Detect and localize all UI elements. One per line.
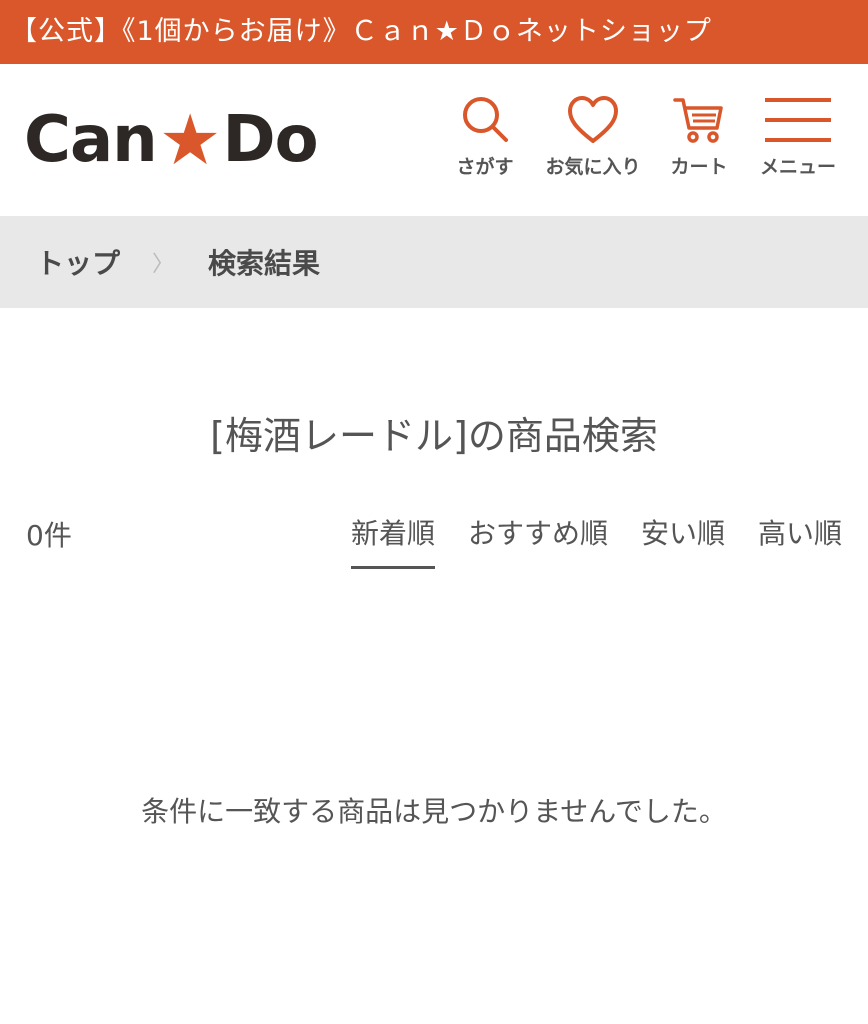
logo-text-can: Can (24, 103, 158, 177)
breadcrumb-item-top[interactable]: トップ (36, 242, 120, 282)
logo-text-do: Do (222, 103, 318, 177)
logo[interactable]: Can ★ Do (24, 99, 319, 181)
heart-icon (568, 96, 618, 143)
breadcrumb: トップ 〉 検索結果 (0, 216, 868, 308)
sort-tab-newest[interactable]: 新着順 (350, 512, 435, 569)
site-header: Can ★ Do さがす お気に入り カート メニュー (0, 64, 868, 216)
result-count: 0件 (26, 519, 72, 552)
menu-button[interactable]: メニュー (752, 94, 844, 184)
favorites-label: お気に入り (545, 156, 641, 178)
hamburger-menu-icon (765, 98, 831, 142)
sort-tab-price-high[interactable]: 高い順 (758, 512, 842, 569)
search-button[interactable]: さがす (452, 94, 518, 184)
search-label: さがす (456, 156, 514, 178)
breadcrumb-item-current: 検索結果 (208, 247, 321, 280)
page-title: [梅酒レードル]の商品検索 (210, 414, 658, 458)
cart-label: カート (670, 156, 728, 178)
empty-results-message: 条件に一致する商品は見つかりませんでした。 (141, 795, 727, 828)
top-banner[interactable]: 【公式】《1個からお届け》Ｃａｎ★Ｄｏネットショップ (0, 0, 868, 64)
favorites-button[interactable]: お気に入り (536, 94, 650, 184)
search-icon (463, 97, 508, 142)
menu-label: メニュー (759, 156, 836, 178)
sort-tab-recommended[interactable]: おすすめ順 (468, 512, 608, 569)
sort-tabs: 新着順 おすすめ順 安い順 高い順 (318, 512, 842, 569)
logo-star-icon: ★ (158, 99, 222, 181)
cart-button[interactable]: カート (664, 94, 734, 184)
cart-icon (673, 98, 723, 143)
chevron-right-icon: 〉 (152, 252, 175, 277)
sort-tab-price-low[interactable]: 安い順 (641, 512, 725, 569)
